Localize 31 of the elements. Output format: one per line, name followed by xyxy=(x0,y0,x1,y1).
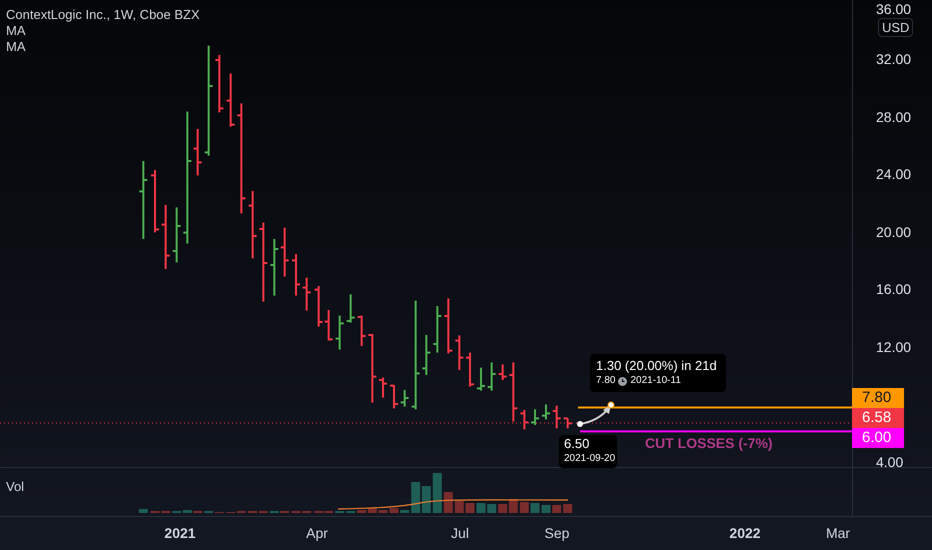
time-axis-label: Jul xyxy=(451,524,469,542)
axis-tick-label: 32.00 xyxy=(876,51,912,67)
axis-tick-label: 36.00 xyxy=(876,1,912,17)
stop-line-label: CUT LOSSES (-7%) xyxy=(645,434,773,452)
time-axis-label: Sep xyxy=(544,524,570,542)
axis-tick-label: 16.00 xyxy=(876,281,912,298)
price-label: 7.80 xyxy=(852,388,904,408)
axis-tick-label: 24.00 xyxy=(876,166,912,182)
time-axis-label: 2022 xyxy=(729,524,761,542)
time-axis-label: Apr xyxy=(306,524,328,542)
price-label: 6.58 xyxy=(852,408,904,428)
measure-arrow[interactable] xyxy=(577,402,614,427)
axis-tick-label: 12.00 xyxy=(876,339,912,355)
stop-line[interactable] xyxy=(580,430,852,432)
chart-title: ContextLogic Inc., 1W, Cboe BZX xyxy=(6,7,200,23)
measure-price: 7.80 xyxy=(596,374,616,388)
start-price: 6.50 xyxy=(564,436,590,452)
price-label: 6.00 xyxy=(852,428,904,448)
clock-icon xyxy=(618,376,628,386)
measure-date: 2021-10-11 xyxy=(630,374,681,388)
time-axis-label: Mar xyxy=(826,524,850,542)
indicator-label[interactable]: Vol xyxy=(6,479,24,494)
axis-tick-label: 20.00 xyxy=(876,224,912,240)
currency-label[interactable]: USD xyxy=(878,18,914,37)
axis-tick-label: 28.00 xyxy=(876,108,912,125)
axis-tick-label: 4.00 xyxy=(876,454,904,470)
time-axis-label: 2021 xyxy=(164,524,196,542)
measure-change: 1.30 (20.00%) in 21d xyxy=(596,358,718,374)
target-line[interactable] xyxy=(578,406,852,408)
indicator-label[interactable]: MA xyxy=(6,23,200,39)
indicator-label[interactable]: MA xyxy=(6,39,200,55)
